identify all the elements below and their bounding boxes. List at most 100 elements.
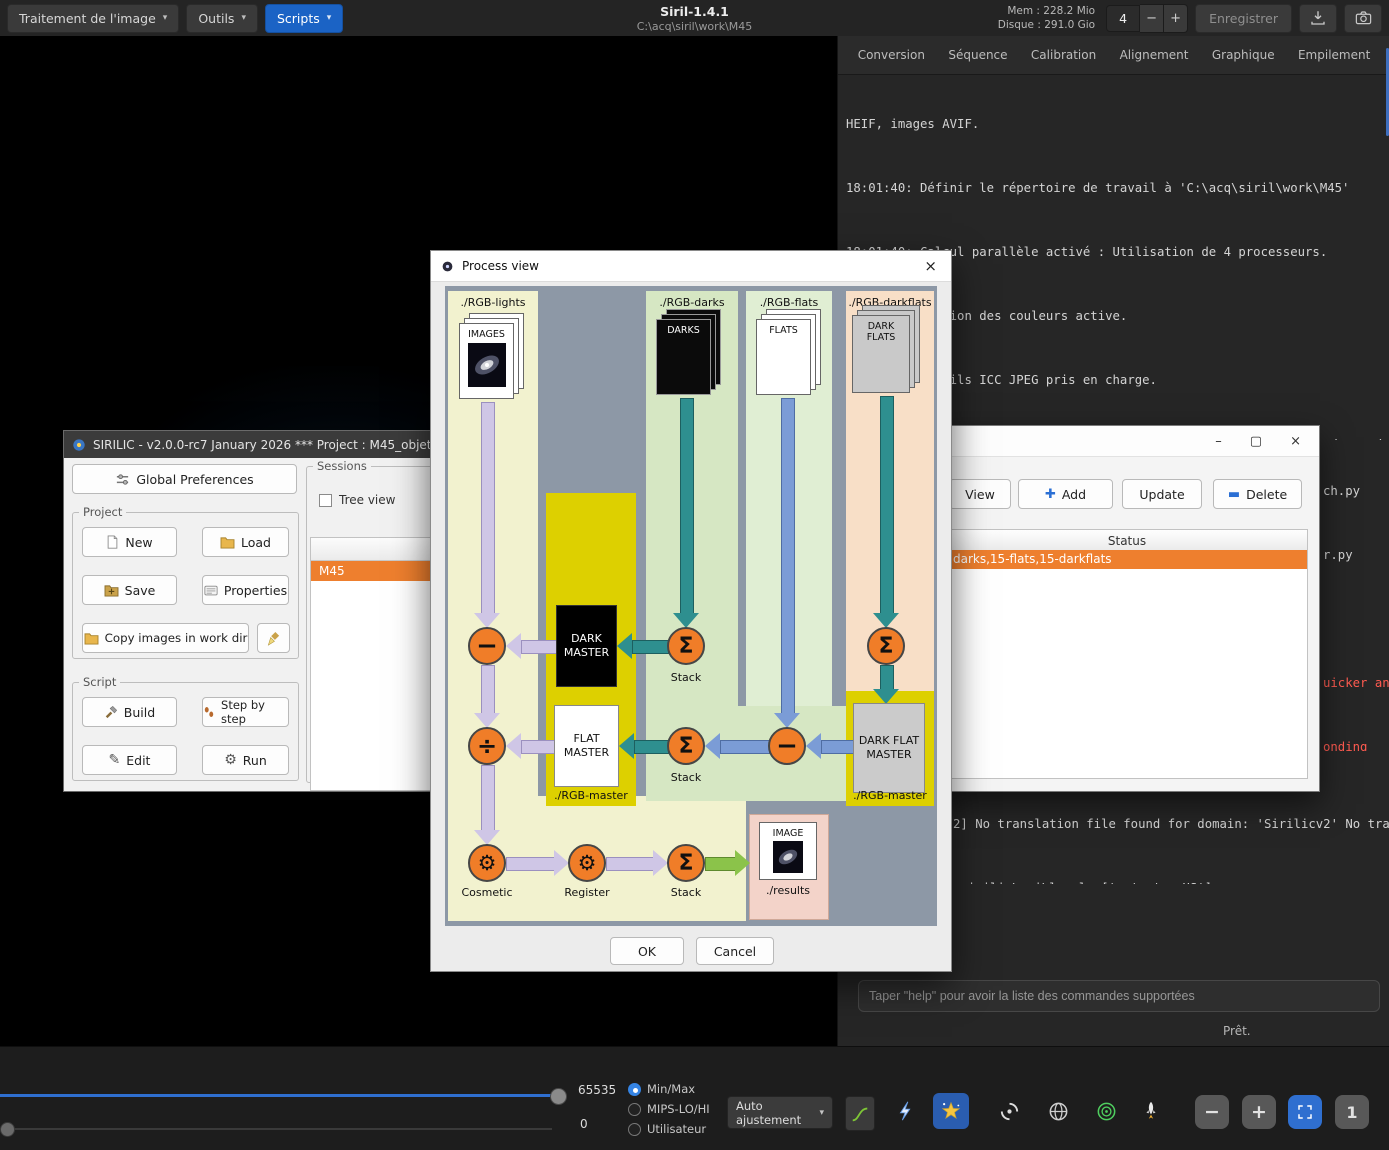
save-button[interactable]: Enregistrer <box>1195 4 1292 33</box>
chevron-down-icon: ▾ <box>163 13 168 23</box>
darkflats-label: DARK FLATS <box>853 321 909 343</box>
properties-button[interactable]: Properties <box>202 575 289 605</box>
status-column-header[interactable]: Status <box>946 529 1308 551</box>
arrow-divide-to-cosmetic <box>481 765 495 832</box>
close-button[interactable]: × <box>1290 434 1301 449</box>
app-icon <box>72 438 86 452</box>
add-label: Add <box>1062 487 1086 502</box>
menu-button[interactable]: Outils▾ <box>186 4 258 33</box>
arrow-head <box>653 850 668 876</box>
delete-button[interactable]: ▬ Delete <box>1213 479 1302 509</box>
save-folder-icon <box>104 584 119 597</box>
arrow-darkflats-to-stack <box>880 396 894 615</box>
view-button[interactable]: View <box>949 479 1011 509</box>
tab[interactable]: Calibration <box>1029 44 1098 66</box>
radio-icon <box>628 1123 641 1136</box>
broom-icon <box>266 631 281 646</box>
high-value: 65535 <box>578 1083 616 1097</box>
add-button[interactable]: ✚ Add <box>1018 479 1113 509</box>
arrow-register-to-stack <box>606 857 655 871</box>
script-group-label: Script <box>79 675 120 689</box>
ok-button[interactable]: OK <box>610 937 684 965</box>
project-group: Project New Load Save Properties Copy im… <box>72 505 299 659</box>
radio-label: Utilisateur <box>647 1122 706 1136</box>
sessions-dialog-title-bar[interactable]: – ▢ × <box>936 426 1319 457</box>
zoom-in-button[interactable]: + <box>1242 1095 1276 1129</box>
radio-option[interactable]: Min/Max <box>628 1079 710 1099</box>
new-project-button[interactable]: New <box>82 527 177 557</box>
target-button[interactable] <box>1088 1093 1124 1129</box>
clean-button[interactable] <box>257 623 290 653</box>
arrow-flatmaster-to-divide <box>521 740 556 754</box>
minus-icon: ▬ <box>1228 487 1240 502</box>
minimize-button[interactable]: – <box>1215 434 1222 449</box>
delete-label: Delete <box>1246 487 1287 502</box>
thread-increment-button[interactable]: + <box>1164 4 1188 33</box>
download-button[interactable] <box>1299 4 1337 33</box>
darkflat-master-box: DARK FLAT MASTER <box>853 703 925 793</box>
globe-icon <box>1047 1100 1070 1123</box>
tab[interactable]: Empilement <box>1296 44 1372 66</box>
low-slider-track[interactable] <box>0 1128 552 1130</box>
tab[interactable]: Séquence <box>946 44 1009 66</box>
copy-images-button[interactable]: Copy images in work dir <box>82 623 249 653</box>
galaxy-thumbnail <box>468 343 506 387</box>
tab[interactable]: Graphique <box>1210 44 1277 66</box>
load-project-button[interactable]: Load <box>202 527 289 557</box>
edit-button[interactable]: ✎ Edit <box>82 745 177 775</box>
arrow-lights-to-subtract <box>481 402 495 615</box>
save-project-button[interactable]: Save <box>82 575 177 605</box>
properties-icon <box>204 584 218 597</box>
build-button[interactable]: Build <box>82 697 177 727</box>
chevron-down-icon: ▾ <box>241 13 246 23</box>
arrow-head <box>506 633 521 659</box>
stack-node-darks: Σ <box>667 627 705 665</box>
zoom-100-button[interactable]: 1 <box>1335 1095 1369 1129</box>
stack-label-darks: Stack <box>656 671 716 684</box>
process-view-title-bar[interactable]: Process view × <box>431 251 951 282</box>
cancel-button[interactable]: Cancel <box>696 937 774 965</box>
transfer-curve-button[interactable] <box>845 1096 875 1131</box>
global-preferences-button[interactable]: Global Preferences <box>72 464 297 494</box>
tab[interactable]: Alignement <box>1118 44 1191 66</box>
result-image-doc: IMAGE <box>759 822 817 880</box>
new-file-icon <box>106 535 119 549</box>
maximize-button[interactable]: ▢ <box>1250 434 1262 449</box>
tree-view-checkbox-row[interactable]: Tree view <box>319 493 395 507</box>
console-line: HEIF, images AVIF. <box>846 116 1389 132</box>
step-by-step-button[interactable]: Step by step <box>202 697 289 727</box>
zoom-out-button[interactable]: − <box>1195 1095 1229 1129</box>
zoom-fit-button[interactable] <box>1288 1095 1322 1129</box>
radio-option[interactable]: Utilisateur <box>628 1119 710 1139</box>
thread-decrement-button[interactable]: − <box>1140 4 1164 33</box>
siril-app-window: Traitement de l'image▾ Outils▾ Scripts▾ … <box>0 0 1389 1150</box>
command-input[interactable] <box>858 980 1380 1012</box>
result-galaxy-thumbnail <box>773 841 803 873</box>
photometry-star-button[interactable] <box>933 1093 969 1129</box>
annotations-button[interactable] <box>1040 1093 1076 1129</box>
quick-photometry-button[interactable] <box>888 1093 924 1129</box>
step-by-step-label: Step by step <box>221 698 288 726</box>
high-slider-handle[interactable] <box>550 1088 567 1105</box>
footsteps-icon <box>203 705 215 719</box>
run-button[interactable]: ⚙ Run <box>202 745 289 775</box>
menu-button[interactable]: Scripts▾ <box>265 4 343 33</box>
flats-label: FLATS <box>757 325 810 336</box>
arrow-head <box>673 613 699 628</box>
snapshot-button[interactable] <box>1344 4 1382 33</box>
high-slider-track[interactable] <box>0 1094 552 1097</box>
radio-option[interactable]: MIPS-LO/HI <box>628 1099 710 1119</box>
session-row-selected[interactable]: darks,15-flats,15-darkflats <box>947 550 1307 569</box>
tab[interactable]: Conversion <box>856 44 927 66</box>
spiral-tool-button[interactable] <box>991 1093 1027 1129</box>
livestack-button[interactable] <box>1133 1093 1169 1129</box>
new-project-label: New <box>125 535 152 550</box>
low-slider-handle[interactable] <box>0 1122 15 1137</box>
tab-bar: Conversion Séquence Calibration Aligneme… <box>838 36 1389 75</box>
preferences-icon <box>115 472 130 487</box>
process-view-title: Process view <box>462 259 539 273</box>
autostretch-dropdown[interactable]: Auto ajustement ▾ <box>727 1096 833 1129</box>
update-button[interactable]: Update <box>1122 479 1202 509</box>
menu-button[interactable]: Traitement de l'image▾ <box>7 4 179 33</box>
close-icon[interactable]: × <box>920 257 941 275</box>
